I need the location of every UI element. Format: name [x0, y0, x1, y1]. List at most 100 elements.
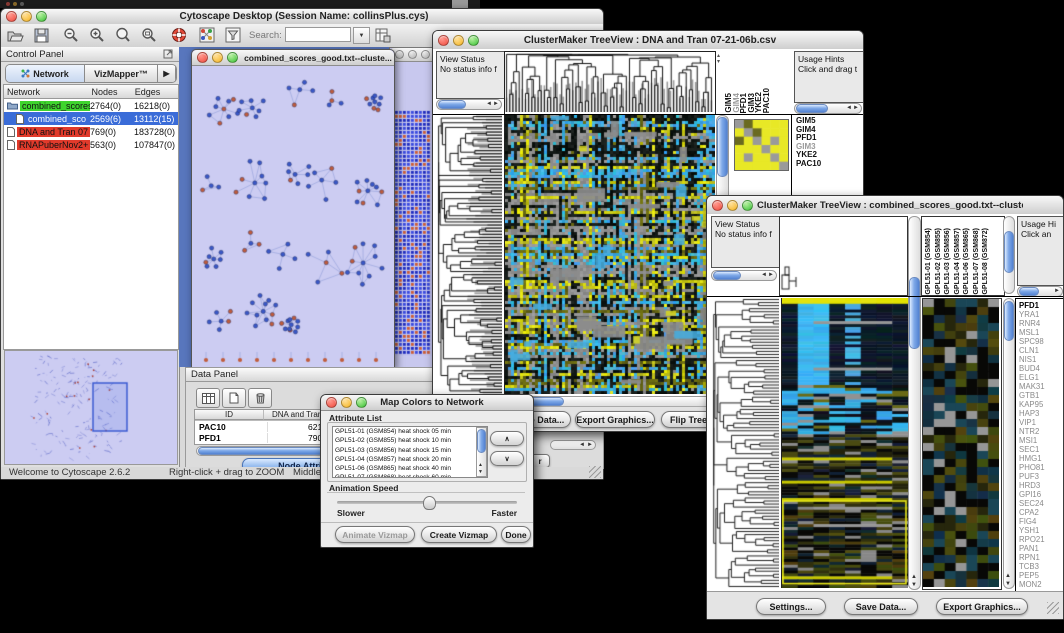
- zoom-button[interactable]: [36, 11, 47, 22]
- network-tree-row[interactable]: combined_sco2569(6)13112(15): [4, 112, 178, 125]
- view-status-scrollbar[interactable]: ◄►: [436, 99, 502, 110]
- move-up-button[interactable]: ∧: [490, 431, 524, 446]
- zoom-button[interactable]: [356, 397, 367, 408]
- attribute-list-item[interactable]: GPL51-01 (GSM854) heat shock 05 min: [335, 427, 487, 436]
- gene-label[interactable]: HAP3: [1019, 409, 1063, 418]
- col-header-nodes[interactable]: Nodes: [92, 87, 135, 97]
- minimize-button[interactable]: [341, 397, 352, 408]
- create-vizmap-button[interactable]: Create Vizmap: [421, 526, 497, 543]
- gene-label[interactable]: PFD1: [1019, 301, 1063, 310]
- column-label[interactable]: GPL51-04 (GSM857): [953, 228, 963, 295]
- column-label[interactable]: GPL51-01 (GSM854): [924, 228, 934, 295]
- gene-label[interactable]: VIP1: [1019, 418, 1063, 427]
- gene-label[interactable]: RPN1: [1019, 553, 1063, 562]
- minimize-button[interactable]: [212, 52, 223, 63]
- main-titlebar[interactable]: Cytoscape Desktop (Session Name: collins…: [1, 9, 603, 25]
- network-graph-canvas[interactable]: [192, 66, 392, 367]
- zoom-selected-icon[interactable]: [113, 26, 133, 44]
- help-lifering-icon[interactable]: [169, 26, 189, 44]
- gene-label[interactable]: MSL1: [1019, 328, 1063, 337]
- slider-thumb[interactable]: [423, 496, 436, 510]
- treeview2-row-dendrogram[interactable]: [711, 298, 779, 588]
- treeview2-heatmap[interactable]: [781, 298, 908, 588]
- done-button[interactable]: Done: [501, 526, 531, 543]
- gene-label[interactable]: CLN1: [1019, 346, 1063, 355]
- view-status-scrollbar[interactable]: ◄►: [711, 270, 777, 281]
- settings-button[interactable]: Settings...: [756, 598, 826, 615]
- tab-vizmapper[interactable]: VizMapper™: [85, 65, 158, 82]
- usage-hints-scrollbar[interactable]: ◄►: [794, 103, 862, 114]
- gene-label[interactable]: NTR2: [1019, 427, 1063, 436]
- zoom-button[interactable]: [468, 35, 479, 46]
- treeview2-vscroll[interactable]: ▲▼: [908, 216, 921, 590]
- birdseye-canvas[interactable]: [5, 351, 175, 462]
- close-button[interactable]: [326, 397, 337, 408]
- column-label[interactable]: PAC10: [763, 88, 771, 113]
- new-attribute-button[interactable]: [222, 388, 246, 408]
- minimize-button[interactable]: [408, 50, 417, 59]
- minimize-button[interactable]: [21, 11, 32, 22]
- network-overview-icon[interactable]: [197, 26, 217, 44]
- treeview1-row-dendrogram[interactable]: [436, 115, 502, 394]
- close-button[interactable]: [712, 200, 723, 211]
- treeview2-zoom-heatmap[interactable]: [922, 298, 1002, 590]
- gene-label[interactable]: YSH1: [1019, 526, 1063, 535]
- zoom-button[interactable]: [227, 52, 238, 63]
- gene-label[interactable]: BUD4: [1019, 364, 1063, 373]
- gene-label[interactable]: MON2: [1019, 580, 1063, 589]
- attribute-list-item[interactable]: GPL51-06 (GSM865) heat shock 40 min: [335, 464, 487, 473]
- save-session-button[interactable]: [31, 26, 51, 44]
- data-panel-mini-hscroll[interactable]: ◄►: [550, 440, 596, 450]
- gene-label[interactable]: TCB3: [1019, 562, 1063, 571]
- attribute-list-item[interactable]: GPL51-02 (GSM855) heat shock 10 min: [335, 436, 487, 445]
- gene-label[interactable]: PUF3: [1019, 472, 1063, 481]
- treeview2-genelist-scrollbar[interactable]: ▲▼: [1003, 298, 1015, 589]
- network-table-header[interactable]: Network Nodes Edges: [4, 85, 178, 99]
- gene-label[interactable]: NIS1: [1019, 355, 1063, 364]
- row-label[interactable]: PAC10: [796, 160, 860, 169]
- network-view-titlebar[interactable]: combined_scores_good.txt--cluste...: [192, 50, 394, 66]
- gene-label[interactable]: CPA2: [1019, 508, 1063, 517]
- delete-attribute-button[interactable]: [248, 388, 272, 408]
- attribute-list-scrollbar[interactable]: ▲▼: [476, 427, 487, 477]
- dialog-titlebar[interactable]: Map Colors to Network: [321, 395, 533, 411]
- col-header-network[interactable]: Network: [4, 87, 92, 97]
- zoom-button[interactable]: [421, 50, 430, 59]
- attribute-list-item[interactable]: GPL51-07 (GSM868) heat shock 60 min: [335, 473, 487, 478]
- gene-label[interactable]: SEC1: [1019, 445, 1063, 454]
- treeview2-resize-grip[interactable]: [1047, 602, 1059, 614]
- close-button[interactable]: [395, 50, 404, 59]
- network-tree-row[interactable]: RNAPuberNov2+563(0)107847(0): [4, 138, 178, 151]
- column-label[interactable]: GPL51-03 (GSM856): [943, 228, 953, 295]
- network-view-window[interactable]: combined_scores_good.txt--cluste...: [191, 49, 395, 367]
- close-button[interactable]: [438, 35, 449, 46]
- column-label[interactable]: GPL51-02 (GSM855): [934, 228, 944, 295]
- gene-label[interactable]: ELG1: [1019, 373, 1063, 382]
- col-header-edges[interactable]: Edges: [135, 87, 178, 97]
- open-file-button[interactable]: [5, 26, 25, 44]
- treeview1-column-dendrogram[interactable]: [504, 51, 716, 115]
- treeview2-column-dendrogram[interactable]: [779, 216, 908, 296]
- filter-icon[interactable]: [223, 26, 243, 44]
- gene-label[interactable]: MSI1: [1019, 436, 1063, 445]
- gene-label[interactable]: PAN1: [1019, 544, 1063, 553]
- treeview1-heatmap[interactable]: [504, 115, 715, 394]
- gene-label[interactable]: RPO21: [1019, 535, 1063, 544]
- zoom-out-icon[interactable]: [61, 26, 81, 44]
- gene-label[interactable]: GPI16: [1019, 490, 1063, 499]
- treeview1-hscroll[interactable]: [504, 396, 728, 406]
- background-net-titlebar[interactable]: [390, 48, 436, 62]
- gene-label[interactable]: HRD3: [1019, 481, 1063, 490]
- search-dropdown-button[interactable]: ▼: [353, 27, 370, 44]
- attribute-browser-icon[interactable]: [373, 26, 393, 44]
- main-window-resize-grip[interactable]: [589, 466, 601, 478]
- close-button[interactable]: [6, 11, 17, 22]
- search-input[interactable]: [285, 27, 351, 42]
- gene-label[interactable]: HMG1: [1019, 454, 1063, 463]
- close-button[interactable]: [197, 52, 208, 63]
- gene-label[interactable]: MAK31: [1019, 382, 1063, 391]
- column-label[interactable]: GPL51-07 (GSM868): [972, 228, 982, 295]
- birdseye-view[interactable]: [4, 350, 178, 465]
- gene-label[interactable]: PHO81: [1019, 463, 1063, 472]
- tab-overflow-arrow[interactable]: ▶: [158, 65, 176, 82]
